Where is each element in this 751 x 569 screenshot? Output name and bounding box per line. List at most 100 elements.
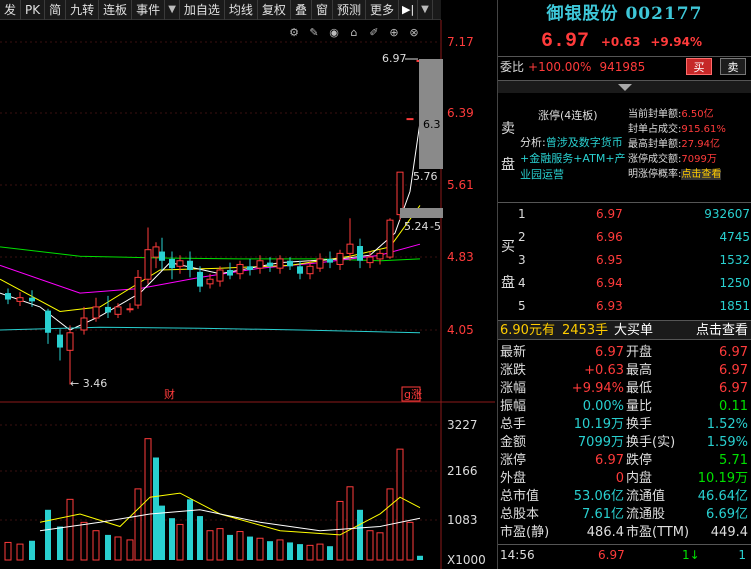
quote-value: 6.97 [719, 381, 748, 396]
quote-row: 最新 6.97 开盘 6.97 [498, 344, 751, 362]
stat-key: 最高封单额: [628, 139, 682, 150]
quote-value: 6.97 [595, 453, 624, 468]
close-icon[interactable]: ⊗ [406, 24, 422, 40]
tool-fuquan[interactable]: 复权 [258, 0, 291, 20]
bid-price: 6.96 [596, 230, 623, 244]
volume-bar [306, 544, 314, 561]
quote-key: 开盘 [626, 345, 653, 360]
kline-chart[interactable]: 7.17 6.39 5.61 4.83 4.05 3227 2166 1083 X1000 6.9… [0, 20, 495, 569]
bid-level: 3 [518, 253, 526, 267]
quote-key: 金额 [500, 435, 527, 450]
candle-body [144, 249, 152, 280]
mark-label: 6.3 [423, 118, 441, 131]
eye-icon[interactable]: ◉ [326, 24, 342, 40]
volume-bar [45, 509, 51, 560]
bid-volume: 932607 [704, 207, 750, 221]
volume-bar [169, 518, 175, 560]
quote-value: 449.4 [710, 525, 748, 540]
weibi-pct: +100.00% [528, 59, 592, 74]
tool-jian[interactable]: 简 [45, 0, 67, 20]
skip-end-icon[interactable]: ▶| [399, 0, 419, 20]
tool-lianban[interactable]: 连板 [99, 0, 133, 20]
quote-row: 总市值 53.06亿 流通值 46.64亿 [498, 488, 751, 506]
tool-window[interactable]: 窗 [312, 0, 333, 20]
tool-ma[interactable]: 均线 [225, 0, 258, 20]
price-tick-label: 7.17 [447, 35, 474, 49]
candle-body [227, 270, 233, 276]
volume-bar [287, 542, 293, 560]
candle-body [29, 297, 35, 302]
quote-value: 0.11 [719, 399, 748, 414]
price-tick-label: 4.05 [447, 323, 474, 337]
candle-body [187, 260, 193, 270]
brush-icon[interactable]: ✎ [306, 24, 322, 40]
bid-row: 4 6.94 1250 [518, 272, 750, 295]
candle-body [57, 334, 63, 348]
quote-value: 0 [615, 471, 624, 486]
probability-link[interactable]: 点击查看 [681, 169, 722, 180]
stat-value: 7099万 [681, 154, 717, 165]
tool-pk[interactable]: PK [21, 0, 46, 20]
add-watchlist-button[interactable]: 加自选 [180, 0, 225, 20]
pen-icon[interactable]: ✐ [366, 24, 382, 40]
dash-label: -5 [430, 220, 441, 233]
candle-body [114, 306, 122, 315]
price-change: +0.63 [600, 35, 641, 49]
candle-body [316, 258, 324, 269]
weibi-diff: 941985 [599, 59, 646, 74]
sell-button[interactable]: 卖 [720, 58, 746, 75]
big-order-bar[interactable]: 6.90元有 2453手 大买单 点击查看 [498, 320, 751, 340]
settings-icon[interactable]: ⚙ [286, 24, 302, 40]
candle-body [159, 251, 165, 261]
tool-event[interactable]: 事件 [132, 0, 166, 20]
candle-body [247, 266, 253, 270]
low-marker: ← 3.46 [70, 377, 107, 390]
price-tick-label: 5.61 [447, 178, 474, 192]
volume-bar [346, 486, 354, 561]
mid-label: 5.76 [413, 170, 438, 183]
candle-body [336, 252, 344, 265]
quote-value: 10.19万 [573, 417, 624, 432]
quote-row: 总手 10.19万 换手 1.52% [498, 416, 751, 434]
magnet-icon[interactable]: ⌂ [346, 24, 362, 40]
quote-key: 市盈(TTM) [626, 525, 690, 540]
tool-fa[interactable]: 发 [0, 0, 22, 20]
quote-row: 总股本 7.61亿 流通股 6.69亿 [498, 506, 751, 524]
tool-forecast[interactable]: 预测 [333, 0, 366, 20]
fold-arrow-icon[interactable] [498, 81, 751, 95]
volume-bar [406, 521, 414, 561]
event-dropdown-icon[interactable]: ▼ [165, 0, 180, 20]
bid-volume: 4745 [719, 230, 750, 244]
analysis-text[interactable]: 分析:曾涉及数字货币+金融服务+ATM+产业园运营 [520, 135, 630, 183]
candle-body [366, 256, 374, 264]
quote-value: 53.06亿 [573, 489, 624, 504]
quote-key: 振幅 [500, 399, 527, 414]
quote-key: 流通值 [626, 489, 666, 504]
toolbar-dropdown-icon[interactable]: ▼ [418, 0, 433, 20]
volume-tick-label: 3227 [447, 418, 478, 432]
bid-row: 1 6.97 932607 [518, 203, 750, 226]
volume-bar [267, 541, 273, 560]
volume-bar [357, 509, 363, 560]
volume-bar [197, 516, 203, 560]
volume-bar [297, 544, 303, 560]
bid-level: 4 [518, 276, 526, 290]
tool-more[interactable]: 更多 [366, 0, 399, 20]
big-order-link[interactable]: 点击查看 [696, 321, 748, 341]
tool-jiuzhuan[interactable]: 九转 [66, 0, 100, 20]
volume-bar [236, 531, 244, 561]
zoom-in-icon[interactable]: ⊕ [386, 24, 402, 40]
buy-button[interactable]: 买 [686, 58, 712, 75]
limit-up-badge: g涨 [404, 388, 422, 401]
volume-bar [227, 534, 233, 560]
quote-value: 0.00% [582, 399, 624, 414]
candle-body [376, 252, 384, 260]
quote-key: 涨幅 [500, 381, 527, 396]
stock-name: 御银股份 [546, 4, 619, 24]
volume-bar [66, 498, 74, 561]
volume-bar [256, 537, 264, 561]
finance-marker: 财 [164, 387, 175, 401]
quote-table: 最新 6.97 开盘 6.97 涨跌 +0.63 最高 6.97 涨幅 +9.94% 最低 6.97 振… [498, 344, 751, 542]
quote-value: 6.69亿 [706, 507, 748, 522]
tool-overlay[interactable]: 叠 [291, 0, 312, 20]
